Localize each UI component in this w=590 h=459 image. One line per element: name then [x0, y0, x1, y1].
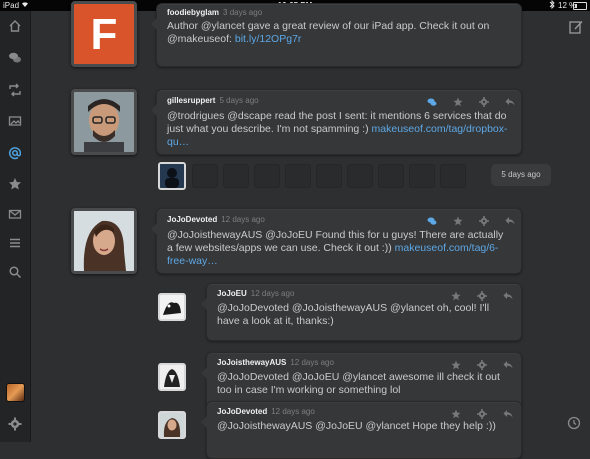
timeline: F foodiebyglam 3 days ago Author @ylancet… [31, 1, 590, 459]
tweet-time: 12 days ago [271, 407, 315, 416]
star-icon[interactable] [6, 175, 24, 193]
mentions-icon[interactable] [6, 144, 24, 162]
tweet-username[interactable]: gillesruppert [167, 96, 215, 105]
avatar[interactable]: F [71, 1, 137, 67]
gap-placeholder [378, 164, 404, 188]
tweet-text: @JoJoDevoted @JoJoisthewayAUS @ylancet o… [217, 302, 490, 327]
tweet-username[interactable]: foodiebyglam [167, 8, 219, 17]
tweet-text: Author @ylancet gave a great review of o… [167, 20, 490, 45]
tweet-card[interactable]: JoJoDevoted 12 days ago @JoJoisthewayAUS … [201, 401, 522, 459]
avatar[interactable] [158, 363, 186, 391]
chat-bubbles-icon[interactable] [6, 49, 24, 67]
gap-placeholder [440, 164, 466, 188]
tweet-username[interactable]: JoJoisthewayAUS [217, 358, 286, 367]
tweet-card[interactable]: JoJoDevoted 12 days ago @JoJoisthewayAUS … [151, 208, 522, 274]
tweet-text: @JoJoDevoted @JoJoEU @ylancet awesome il… [217, 371, 500, 396]
account-avatar[interactable] [6, 383, 25, 402]
tweet-time: 12 days ago [221, 215, 265, 224]
avatar[interactable] [158, 162, 186, 190]
compose-icon[interactable] [568, 19, 584, 35]
avatar[interactable] [71, 208, 137, 274]
battery-icon [573, 2, 587, 10]
tweet-text: @JoJoisthewayAUS @JoJoEU Found this for … [167, 229, 504, 267]
avatar[interactable] [158, 293, 186, 321]
gap-placeholder [192, 164, 218, 188]
tweet-username[interactable]: JoJoEU [217, 289, 247, 298]
search-icon[interactable] [6, 263, 24, 281]
settings-gear-icon[interactable] [6, 415, 24, 433]
retweet-icon[interactable] [6, 81, 24, 99]
gap-placeholder [285, 164, 311, 188]
image-icon[interactable] [6, 112, 24, 130]
gap-placeholder [409, 164, 435, 188]
gap-placeholder [223, 164, 249, 188]
tweet-text: @JoJoisthewayAUS @JoJoEU @ylancet Hope t… [217, 420, 496, 432]
clock-icon[interactable] [567, 416, 581, 430]
tweet-username[interactable]: JoJoDevoted [217, 407, 267, 416]
load-gap-button[interactable]: 5 days ago [491, 164, 551, 186]
avatar-letter: F [90, 10, 118, 59]
tweet-text: @trodrigues @dscape read the post I sent… [167, 110, 508, 148]
tweet-time: 3 days ago [223, 8, 263, 17]
avatar[interactable] [158, 411, 186, 439]
avatar[interactable] [71, 89, 137, 155]
tweet-card[interactable]: JoJoEU 12 days ago @JoJoDevoted @JoJoisth… [201, 283, 522, 341]
mail-icon[interactable] [6, 205, 24, 223]
tweet-time: 12 days ago [250, 289, 295, 298]
home-icon[interactable] [6, 17, 24, 35]
tweet-time: 5 days ago [219, 96, 259, 105]
tweet-time: 12 days ago [290, 358, 334, 367]
gap-placeholder [347, 164, 373, 188]
gap-placeholder [316, 164, 342, 188]
gap-placeholder [254, 164, 280, 188]
tweet-card[interactable]: foodiebyglam 3 days ago Author @ylancet g… [151, 3, 522, 67]
sidebar [0, 11, 31, 442]
tweet-card[interactable]: gillesruppert 5 days ago @trodrigues @dsc… [151, 89, 522, 155]
list-icon[interactable] [6, 234, 24, 252]
tweet-link[interactable]: bit.ly/12OPg7r [235, 33, 302, 45]
tweet-username[interactable]: JoJoDevoted [167, 215, 217, 224]
